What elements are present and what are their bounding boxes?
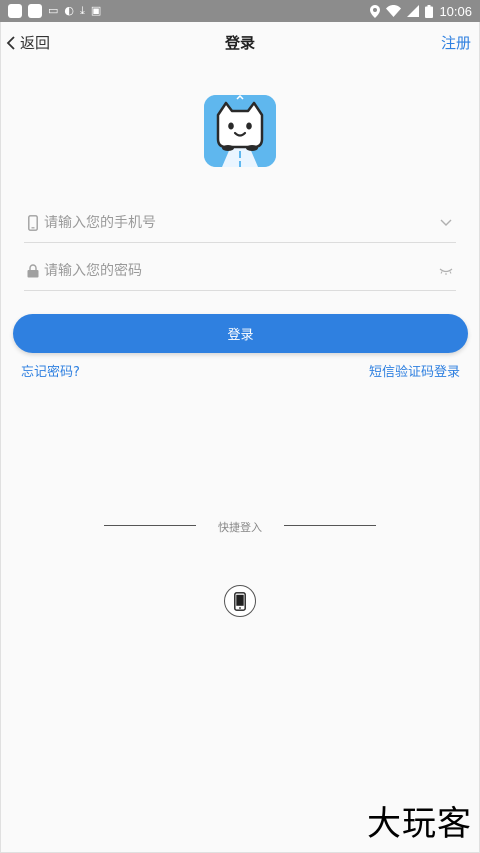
chevron-down-icon [440, 219, 452, 226]
clock: 10:06 [439, 3, 472, 19]
divider-right [284, 525, 376, 526]
download-icon: ⤓ [80, 4, 85, 17]
phone-input[interactable] [44, 214, 436, 231]
sms-login-link[interactable]: 短信验证码登录 [369, 361, 460, 380]
register-link[interactable]: 注册 [441, 32, 471, 53]
battery-icon [425, 4, 434, 18]
lock-icon [24, 263, 42, 278]
page-title: 登录 [224, 34, 255, 52]
eye-closed-icon [439, 268, 453, 275]
location-icon [370, 4, 381, 18]
phone-history-dropdown[interactable] [436, 219, 456, 227]
status-bar: ▭ ◐ ⤓ ▣ 10:06 [0, 0, 480, 22]
quick-login-label: 快捷登入 [218, 521, 262, 534]
password-field [24, 251, 456, 291]
login-button[interactable]: 登录 [13, 314, 468, 353]
signal-icon [407, 5, 420, 17]
cat-mascot-icon [204, 95, 276, 167]
phone-field [24, 203, 456, 243]
notification-icon: ▭ [48, 4, 59, 17]
location-icon: ◐ [64, 4, 75, 17]
app-icon [28, 4, 42, 18]
app-bar: 返回 登录 注册 [0, 22, 480, 62]
mobile-phone-icon [24, 214, 42, 231]
forgot-password-link[interactable]: 忘记密码? [21, 361, 80, 380]
watermark-logo: 大玩客 [367, 804, 472, 844]
app-icon [8, 4, 22, 18]
app-logo [204, 95, 276, 167]
status-bar-right: 10:06 [370, 4, 472, 19]
phone-quick-login-button[interactable] [224, 585, 256, 617]
password-visibility-toggle[interactable] [436, 267, 456, 275]
wifi-icon [386, 5, 402, 17]
smartphone-icon [234, 591, 246, 611]
text-icon: ▣ [90, 4, 102, 17]
password-input[interactable] [44, 262, 436, 279]
status-bar-left: ▭ ◐ ⤓ ▣ [8, 4, 101, 18]
